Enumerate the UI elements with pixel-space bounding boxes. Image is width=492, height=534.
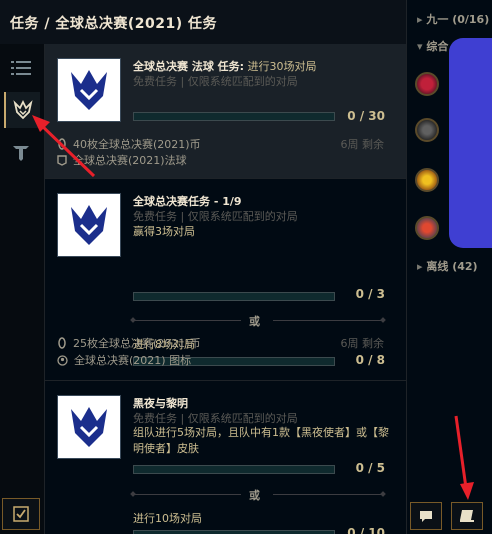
mission-list[interactable]: 全球总决赛 法球 任务: 进行30场对局 免费任务 | 仅限系统匹配到的对局 0… bbox=[45, 44, 406, 534]
tft-icon bbox=[13, 146, 29, 161]
time-left: 6周 剩余 bbox=[340, 337, 385, 350]
friend-group-label: 九一 (0/16) bbox=[426, 13, 490, 26]
progress-count: 0 / 10 bbox=[347, 526, 385, 534]
or-divider: 或 bbox=[130, 487, 386, 502]
coin-icon bbox=[58, 337, 66, 349]
progress-bar bbox=[133, 465, 335, 474]
friend-group[interactable]: ▸ 离线 (42) bbox=[417, 258, 478, 274]
reward-row: 全球总决赛(2021)法球 bbox=[57, 152, 187, 168]
mission-subtitle: 免费任务 | 仅限系统匹配到的对局 bbox=[133, 210, 298, 223]
social-panel: ▸ 九一 (0/16) ▾ 综合 (4/28) ▸ 离线 (42) bbox=[407, 0, 492, 534]
avatar[interactable] bbox=[415, 118, 439, 142]
ward-icon bbox=[57, 155, 67, 166]
friend-group-label: 离线 (42) bbox=[426, 260, 478, 273]
objective-text: 进行10场对局 bbox=[133, 512, 202, 525]
caret-right-icon: ▸ bbox=[417, 260, 427, 273]
profile-icon bbox=[57, 354, 68, 366]
worlds-logo-thumbnail bbox=[57, 395, 121, 459]
progress-count: 0 / 3 bbox=[355, 287, 385, 301]
time-left: 6周 剩余 bbox=[340, 138, 385, 151]
mission-card[interactable]: 黑夜与黎明 免费任务 | 仅限系统匹配到的对局 组队进行5场对局，且队中有1款【… bbox=[45, 381, 406, 534]
mission-title: 全球总决赛 法球 任务: bbox=[133, 60, 245, 73]
page-title: 任务 / 全球总决赛(2021) 任务 bbox=[10, 16, 217, 32]
page-header: 任务 / 全球总决赛(2021) 任务 bbox=[0, 0, 406, 45]
coin-icon bbox=[58, 138, 66, 150]
reward-row: 全球总决赛(2021) 图标 bbox=[57, 352, 191, 368]
nav-worlds[interactable] bbox=[4, 92, 40, 128]
progress-bar bbox=[133, 112, 335, 121]
objective-text: 组队进行5场对局，且队中有1款【黑夜使者】或【黎明使者】皮肤 bbox=[133, 426, 389, 455]
chat-button[interactable] bbox=[410, 502, 442, 530]
reward-text: 25枚全球总决赛(2021)币 bbox=[73, 337, 201, 350]
progress-bar bbox=[133, 292, 335, 301]
reward-text: 全球总决赛(2021) 图标 bbox=[74, 354, 192, 367]
reward-row: 25枚全球总决赛(2021)币 bbox=[57, 335, 201, 351]
scroll-icon bbox=[460, 510, 474, 522]
nav-tft[interactable] bbox=[4, 136, 38, 168]
progress-bar bbox=[133, 530, 335, 534]
avatar[interactable] bbox=[415, 72, 439, 96]
or-label: 或 bbox=[249, 489, 260, 502]
checkbox-icon bbox=[13, 506, 29, 522]
worlds-logo-thumbnail bbox=[57, 58, 121, 122]
mission-log-button[interactable] bbox=[451, 502, 483, 530]
caret-right-icon: ▸ bbox=[417, 13, 427, 26]
mission-title-rest: 进行30场对局 bbox=[244, 60, 317, 73]
avatar[interactable] bbox=[415, 168, 439, 192]
mission-card[interactable]: 全球总决赛 法球 任务: 进行30场对局 免费任务 | 仅限系统匹配到的对局 0… bbox=[45, 44, 406, 179]
list-icon bbox=[11, 61, 31, 75]
reward-section: 25枚全球总决赛(2021)币 6周 剩余 全球总决赛(2021) 图标 bbox=[45, 327, 406, 380]
complete-checkbox-button[interactable] bbox=[2, 498, 40, 530]
progress-count: 0 / 30 bbox=[347, 109, 385, 123]
friend-group[interactable]: ▸ 九一 (0/16) bbox=[417, 11, 489, 27]
worlds-logo-thumbnail bbox=[57, 193, 121, 257]
reward-text: 40枚全球总决赛(2021)币 bbox=[73, 138, 201, 151]
caret-down-icon: ▾ bbox=[417, 40, 427, 53]
mission-title: 黑夜与黎明 bbox=[133, 397, 188, 410]
left-nav bbox=[0, 44, 45, 534]
nav-list[interactable] bbox=[4, 52, 38, 84]
progress-count: 0 / 5 bbox=[355, 461, 385, 475]
reward-row: 40枚全球总决赛(2021)币 bbox=[57, 136, 201, 152]
mission-subtitle: 免费任务 | 仅限系统匹配到的对局 bbox=[133, 412, 298, 425]
or-divider: 或 bbox=[130, 313, 386, 328]
chat-icon bbox=[420, 510, 432, 522]
mission-subtitle: 免费任务 | 仅限系统匹配到的对局 bbox=[133, 75, 298, 88]
objective-text: 赢得3场对局 bbox=[133, 225, 195, 238]
mission-title: 全球总决赛任务 - 1/9 bbox=[133, 195, 242, 208]
redaction-block bbox=[449, 38, 492, 248]
worlds-crest-icon bbox=[13, 99, 33, 120]
reward-text: 全球总决赛(2021)法球 bbox=[73, 154, 187, 167]
avatar[interactable] bbox=[415, 216, 439, 240]
